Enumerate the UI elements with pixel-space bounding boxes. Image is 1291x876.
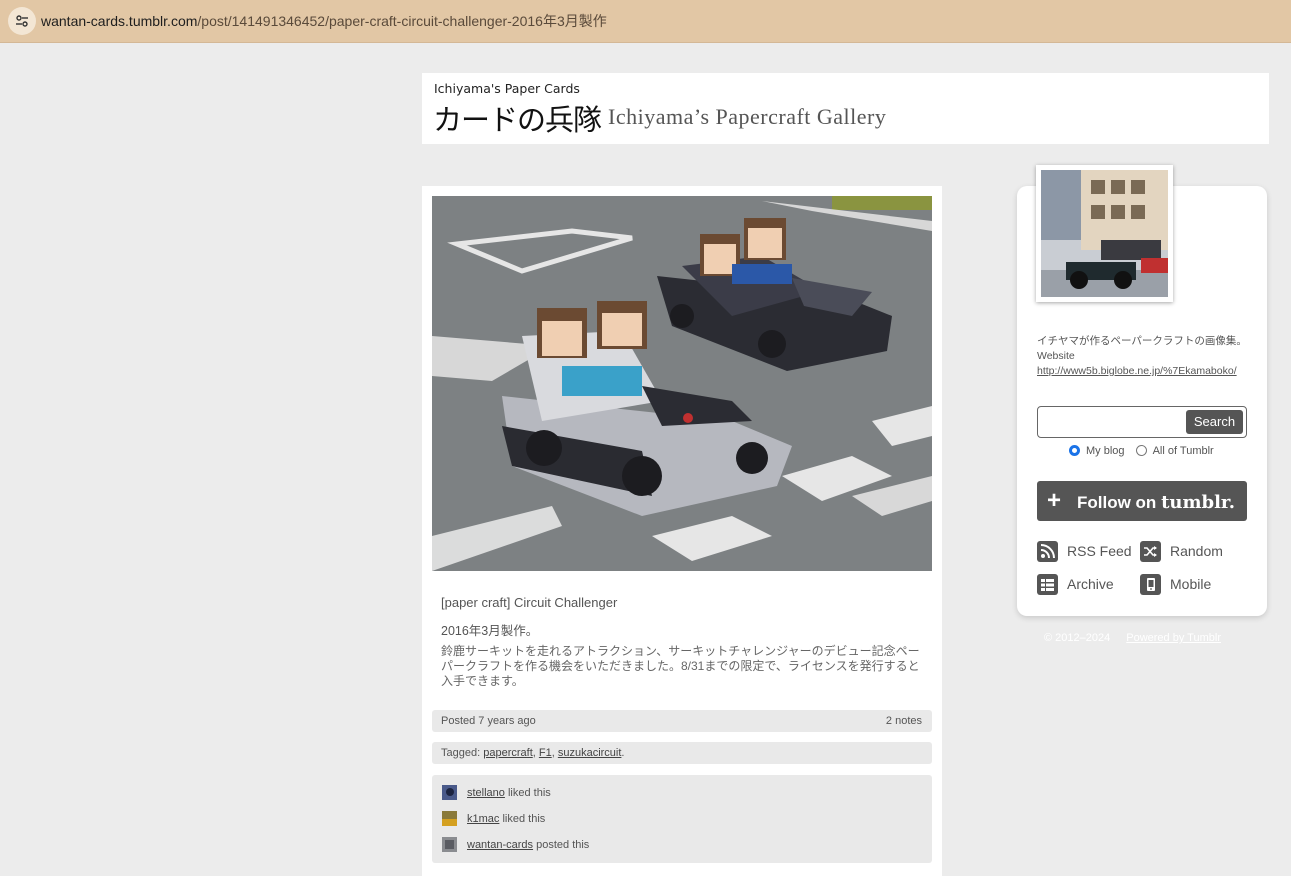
blog-en-title: Ichiyama’s Papercraft Gallery [608,104,887,129]
note-user-link[interactable]: stellano [467,787,505,799]
address-bar: wantan-cards.tumblr.com/post/14149134645… [0,0,1291,43]
copyright-text: © 2012–2024 [1044,632,1111,644]
tag-link[interactable]: suzukacircuit [558,747,622,759]
blog-header[interactable]: Ichiyama's Paper Cards カードの兵隊 Ichiyama’s… [422,73,1269,144]
note-action: posted this [536,839,590,851]
avatar-image [1041,170,1168,297]
user-avatar[interactable] [442,785,457,800]
rss-label: RSS Feed [1067,543,1132,559]
notes-count-link[interactable]: 2 notes [886,715,922,727]
posted-link[interactable]: Posted 7 years ago [441,715,536,727]
note-action: liked this [507,787,551,799]
plus-icon: + [1047,487,1062,514]
footer: © 2012–2024 Powered by Tumblr [1044,632,1221,644]
blog-description: イチヤマが作るペーパークラフトの画像集。Website http://www5b… [1037,334,1252,379]
tagged-label: Tagged: [441,747,481,759]
blog-jp-title: カードの兵隊 [433,103,602,137]
post-date: 2016年3月製作。 [441,624,539,638]
blog-small-title: Ichiyama's Paper Cards [434,81,580,96]
note-user-link[interactable]: k1mac [467,813,499,825]
mobile-icon [1140,574,1161,595]
tags-bar: Tagged: papercraft, F1, suzukacircuit. [432,742,932,764]
follow-label: Follow on [1077,493,1157,512]
follow-button[interactable]: + Follow on tumblr. [1037,481,1247,521]
radio-all-tumblr[interactable] [1135,445,1147,456]
url-path: /post/141491346452/paper-craft-circuit-c… [197,13,607,29]
powered-by-link[interactable]: Powered by Tumblr [1126,632,1221,644]
post-body: 鈴鹿サーキットを走れるアトラクション、サーキットチャレンジャーのデビュー記念ペー… [441,644,920,688]
papercraft-karts-photo [432,196,932,571]
archive-label: Archive [1067,576,1114,592]
website-link[interactable]: http://www5b.biglobe.ne.jp/%7Ekamaboko/ [1037,365,1237,377]
radio-my-blog[interactable] [1069,445,1080,456]
post-card: [paper craft] Circuit Challenger 2016年3月… [422,186,942,876]
tumblr-logo: tumblr. [1161,492,1236,513]
user-avatar[interactable] [442,811,457,826]
search-input[interactable] [1042,411,1186,433]
rss-icon [1037,541,1058,562]
note-user-link[interactable]: wantan-cards [467,839,533,851]
random-label: Random [1170,543,1223,559]
archive-icon [1037,574,1058,595]
search-scope: My blog All of Tumblr [1069,445,1214,457]
radio-my-blog-label: My blog [1086,445,1125,457]
mobile-label: Mobile [1170,576,1212,592]
radio-all-label: All of Tumblr [1152,445,1214,457]
post-photo[interactable] [432,196,932,571]
tag-link[interactable]: papercraft [483,747,533,759]
search-box: Search [1037,406,1247,438]
post-title: [paper craft] Circuit Challenger [441,595,618,610]
shuffle-icon [1140,541,1161,562]
note-action: liked this [502,813,546,825]
description-text: イチヤマが作るペーパークラフトの画像集。Website [1037,335,1247,362]
tag-link[interactable]: F1 [539,747,552,759]
search-button[interactable]: Search [1186,410,1243,434]
notes-list: stellano liked this k1mac liked this wan… [432,775,932,863]
url-field[interactable]: wantan-cards.tumblr.com/post/14149134645… [41,11,607,31]
url-host: wantan-cards.tumblr.com [41,13,198,29]
user-avatar[interactable] [442,837,457,852]
blog-avatar[interactable] [1036,165,1173,302]
post-meta-bar: Posted 7 years ago 2 notes [432,710,932,732]
site-info-icon[interactable] [8,7,36,35]
